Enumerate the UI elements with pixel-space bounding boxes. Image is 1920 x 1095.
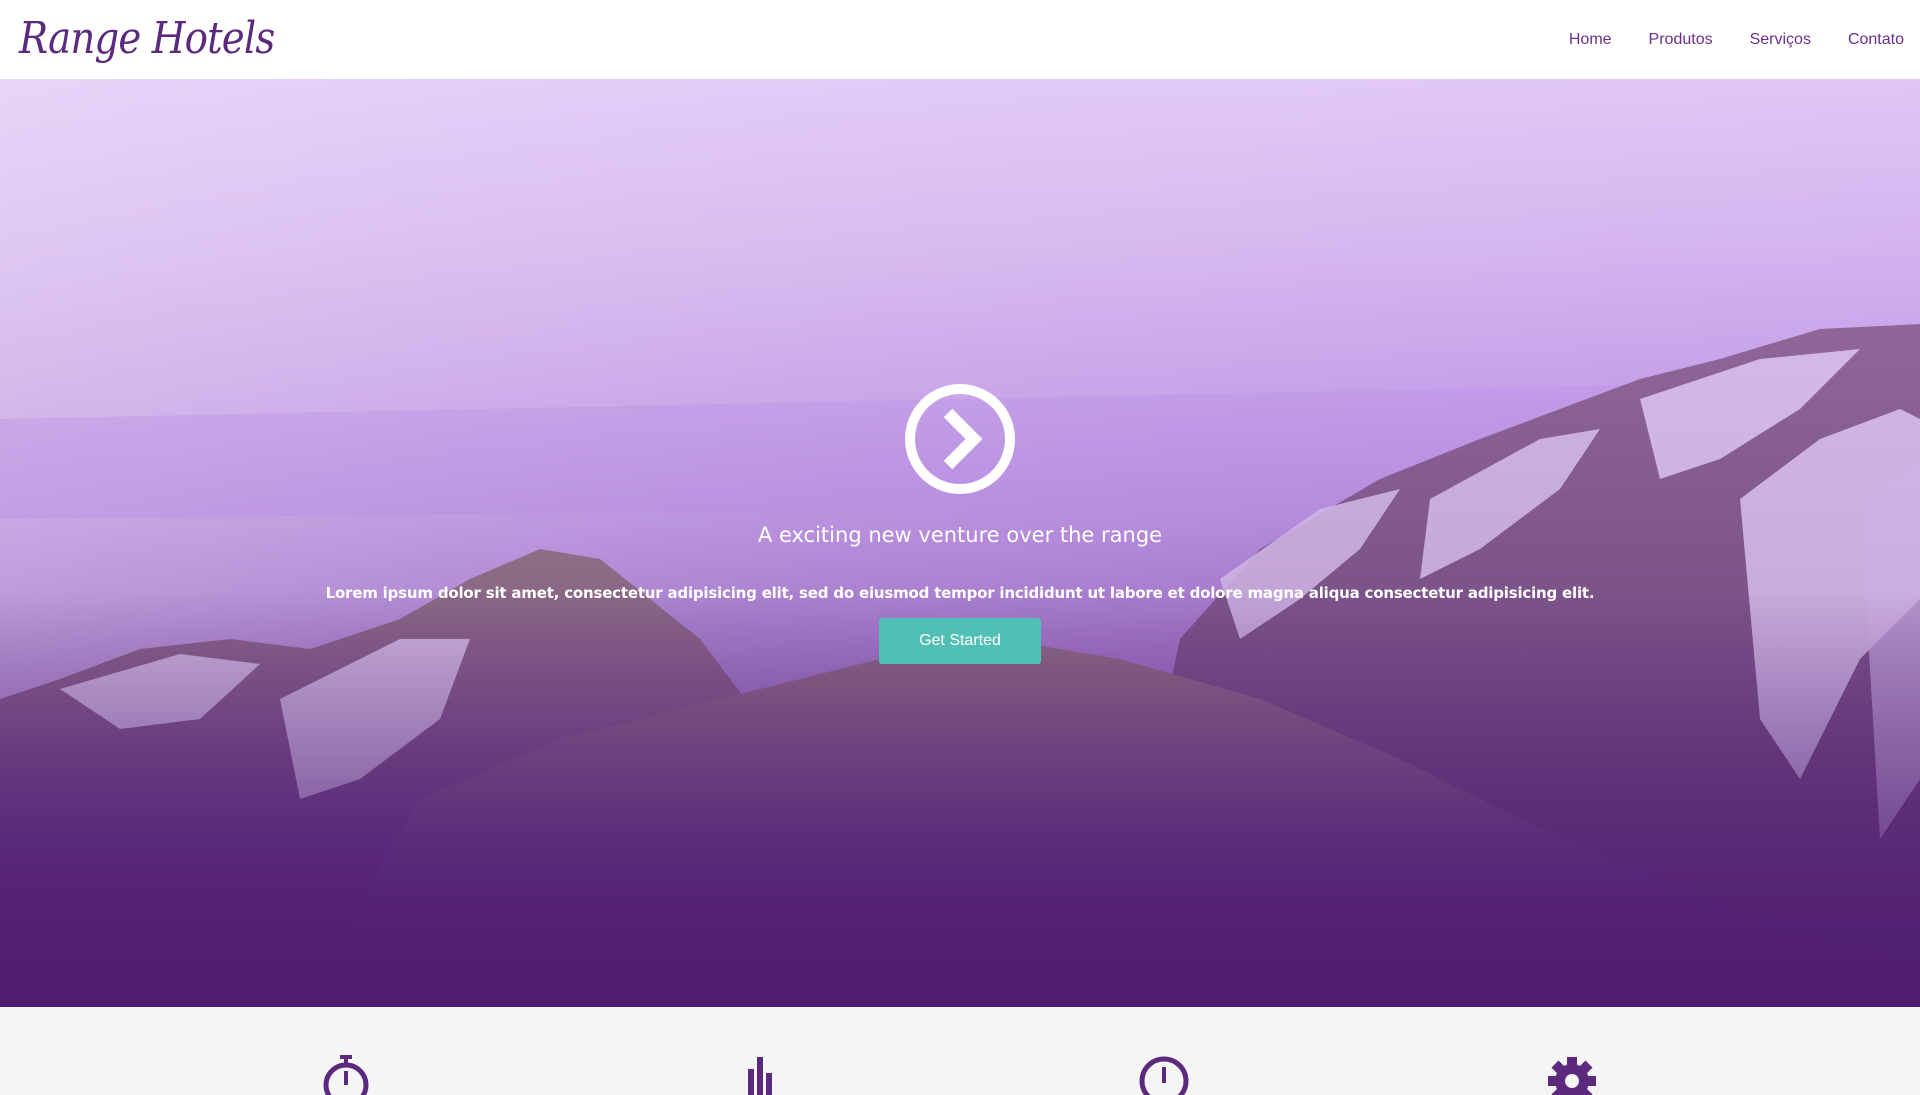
nav-item-servicos[interactable]: Serviços	[1750, 31, 1811, 49]
hero-description: Lorem ipsum dolor sit amet, consectetur …	[325, 584, 1595, 602]
hero-title: A exciting new venture over the range	[757, 523, 1163, 547]
chevron-right-circle-icon[interactable]	[904, 383, 1016, 495]
nav-item-home[interactable]: Home	[1569, 31, 1612, 49]
hero-content: A exciting new venture over the range Lo…	[0, 79, 1920, 1007]
stopwatch-icon	[323, 1055, 369, 1095]
nav-item-contato[interactable]: Contato	[1848, 31, 1904, 49]
bar-chart-icon	[748, 1057, 772, 1095]
clock-icon	[1139, 1056, 1189, 1095]
site-header: Range Hotels Home Produtos Serviços Cont…	[0, 0, 1920, 79]
get-started-button[interactable]: Get Started	[879, 618, 1041, 664]
gear-icon	[1548, 1057, 1596, 1095]
nav-item-produtos[interactable]: Produtos	[1649, 31, 1713, 49]
features-section	[0, 1007, 1920, 1095]
main-nav: Home Produtos Serviços Contato	[1532, 31, 1904, 49]
hero-section: A exciting new venture over the range Lo…	[0, 79, 1920, 1007]
brand-logo[interactable]: Range Hotels	[19, 13, 275, 64]
